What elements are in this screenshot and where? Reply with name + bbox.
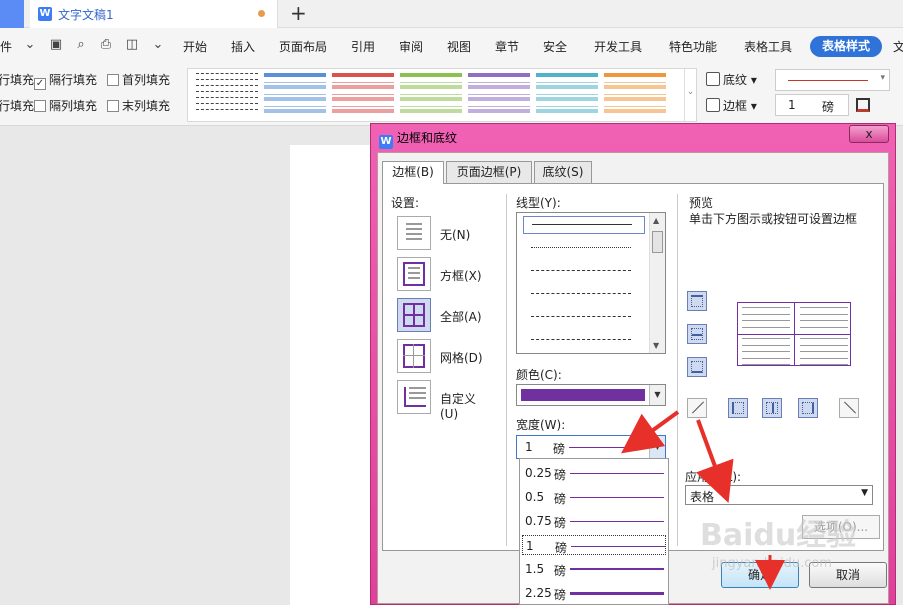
setting-box[interactable]: 方框(X) xyxy=(397,257,487,293)
table-style-swatch[interactable] xyxy=(536,73,598,117)
setting-box-icon xyxy=(397,257,431,291)
print-preview-icon[interactable]: ◫ xyxy=(124,37,140,53)
menu-developer[interactable]: 开发工具 xyxy=(594,38,642,55)
menu-view[interactable]: 视图 xyxy=(447,38,471,55)
line-style-select[interactable]: ▾ xyxy=(775,69,890,91)
first-column-checkbox[interactable]: 首列填充 xyxy=(107,71,170,88)
setting-custom-icon xyxy=(397,380,431,414)
linestyle-dashed-short[interactable] xyxy=(523,264,645,278)
dialog-title-bar[interactable]: W 边框和底纹 xyxy=(379,129,457,149)
shading-button[interactable]: 底纹 ▾ xyxy=(706,71,757,88)
format-painter-icon[interactable]: ⌕ xyxy=(73,37,89,53)
linestyle-dotted[interactable] xyxy=(523,241,645,255)
print-icon[interactable]: ⎙ xyxy=(98,37,114,53)
last-column-checkbox[interactable]: 末列填充 xyxy=(107,97,170,114)
chevron-down-icon: ▼ xyxy=(861,488,868,498)
title-tab-bar: W 文字文稿1 + xyxy=(0,0,903,28)
settings-label: 设置: xyxy=(391,196,420,210)
paint-bucket-icon xyxy=(706,72,720,86)
menu-chapter[interactable]: 章节 xyxy=(495,38,519,55)
border-icon xyxy=(706,98,720,112)
line-width-select[interactable]: 1磅 xyxy=(775,94,849,116)
chevron-down-icon[interactable]: ⌄ xyxy=(22,37,38,53)
linestyle-list[interactable]: ▲ ▼ xyxy=(516,212,666,354)
preview-label: 预览 xyxy=(689,196,714,210)
preview-hint: 单击下方图示或按钮可设置边框 xyxy=(689,212,858,226)
setting-grid-icon xyxy=(397,339,431,373)
top-border-toggle[interactable] xyxy=(687,291,707,311)
setting-all[interactable]: 全部(A) xyxy=(397,298,487,334)
linestyle-dash-dot-dot[interactable] xyxy=(523,333,645,347)
table-style-swatch[interactable] xyxy=(196,73,258,117)
last-row-checkbox[interactable]: 行填充 xyxy=(0,97,34,114)
banded-columns-checkbox[interactable]: 隔列填充 xyxy=(34,97,97,114)
tab-borders[interactable]: 边框(B) xyxy=(382,161,444,184)
border-color-pen-icon[interactable] xyxy=(856,98,870,112)
menu-review[interactable]: 审阅 xyxy=(399,38,423,55)
wps-writer-icon: W xyxy=(38,7,52,21)
menu-security[interactable]: 安全 xyxy=(543,38,567,55)
table-style-swatch[interactable] xyxy=(604,73,666,117)
linestyle-scrollbar[interactable]: ▲ ▼ xyxy=(649,213,665,353)
border-button[interactable]: 边框 ▾ xyxy=(706,97,757,114)
menu-table-tools[interactable]: 表格工具 xyxy=(744,38,792,55)
menu-insert[interactable]: 插入 xyxy=(231,38,255,55)
scroll-down-icon[interactable]: ▼ xyxy=(653,341,659,350)
color-label: 颜色(C): xyxy=(516,368,562,382)
close-button[interactable]: x xyxy=(849,125,889,143)
menu-overflow[interactable]: 文 xyxy=(893,38,903,55)
menu-home[interactable]: 开始 xyxy=(183,38,207,55)
menu-references[interactable]: 引用 xyxy=(351,38,375,55)
dialog-title: 边框和底纹 xyxy=(397,131,458,145)
banded-rows-checkbox[interactable]: ✓ 隔行填充 xyxy=(34,71,97,90)
tab-page-border[interactable]: 页面边框(P) xyxy=(446,161,532,183)
menu-file[interactable]: 件 xyxy=(0,38,12,55)
menu-table-style-active[interactable]: 表格样式 xyxy=(810,36,882,57)
preview-table[interactable] xyxy=(737,302,851,366)
document-page[interactable] xyxy=(290,145,370,605)
gallery-scroll-icon[interactable]: ⌄ xyxy=(684,69,696,121)
table-style-swatch[interactable] xyxy=(468,73,530,117)
table-style-swatch[interactable] xyxy=(264,73,326,117)
scroll-thumb[interactable] xyxy=(652,231,663,253)
menu-features[interactable]: 特色功能 xyxy=(669,38,717,55)
document-tab[interactable]: W 文字文稿1 xyxy=(30,0,278,28)
setting-all-icon xyxy=(397,298,431,332)
document-tab-title: 文字文稿1 xyxy=(58,8,114,22)
width-label: 宽度(W): xyxy=(516,418,566,432)
linestyle-dashed-long[interactable] xyxy=(523,287,645,301)
setting-grid[interactable]: 网格(D) xyxy=(397,339,487,375)
bottom-border-toggle[interactable] xyxy=(687,357,707,377)
tab-shading[interactable]: 底纹(S) xyxy=(534,161,592,183)
menu-page-layout[interactable]: 页面布局 xyxy=(279,38,327,55)
setting-none-icon xyxy=(397,216,431,250)
wps-writer-icon: W xyxy=(379,135,393,149)
setting-custom[interactable]: 自定义(U) xyxy=(397,380,487,421)
annotation-arrows xyxy=(621,410,785,590)
inside-horizontal-toggle[interactable] xyxy=(687,324,707,344)
linestyle-dash-dot[interactable] xyxy=(523,310,645,324)
unsaved-dot-icon xyxy=(258,10,265,17)
menu-bar: 件 ⌄ ▣ ⌕ ⎙ ◫ ⌄ 开始 插入 页面布局 引用 审阅 视图 章节 安全 … xyxy=(0,28,903,64)
scroll-up-icon[interactable]: ▲ xyxy=(653,216,659,225)
save-icon[interactable]: ▣ xyxy=(48,37,64,53)
app-menu-strip[interactable] xyxy=(0,0,24,28)
linestyle-solid[interactable] xyxy=(523,216,645,234)
chevron-down-icon: ▾ xyxy=(880,73,885,83)
more-dropdown-icon[interactable]: ⌄ xyxy=(150,37,166,53)
table-styles-gallery[interactable]: ⌄ xyxy=(187,68,697,122)
ribbon-table-style: 行填充 ✓ 隔行填充 首列填充 行填充 隔列填充 末列填充 ⌄ 底纹 ▾ 边框 ▾… xyxy=(0,64,903,126)
row-fill-checkbox[interactable]: 行填充 xyxy=(0,71,34,88)
setting-none[interactable]: 无(N) xyxy=(397,216,487,252)
checkbox-checked-icon: ✓ xyxy=(34,78,46,90)
table-style-swatch[interactable] xyxy=(332,73,394,117)
linestyle-label: 线型(Y): xyxy=(516,196,561,210)
table-style-swatch[interactable] xyxy=(400,73,462,117)
new-tab-button[interactable]: + xyxy=(290,2,307,24)
